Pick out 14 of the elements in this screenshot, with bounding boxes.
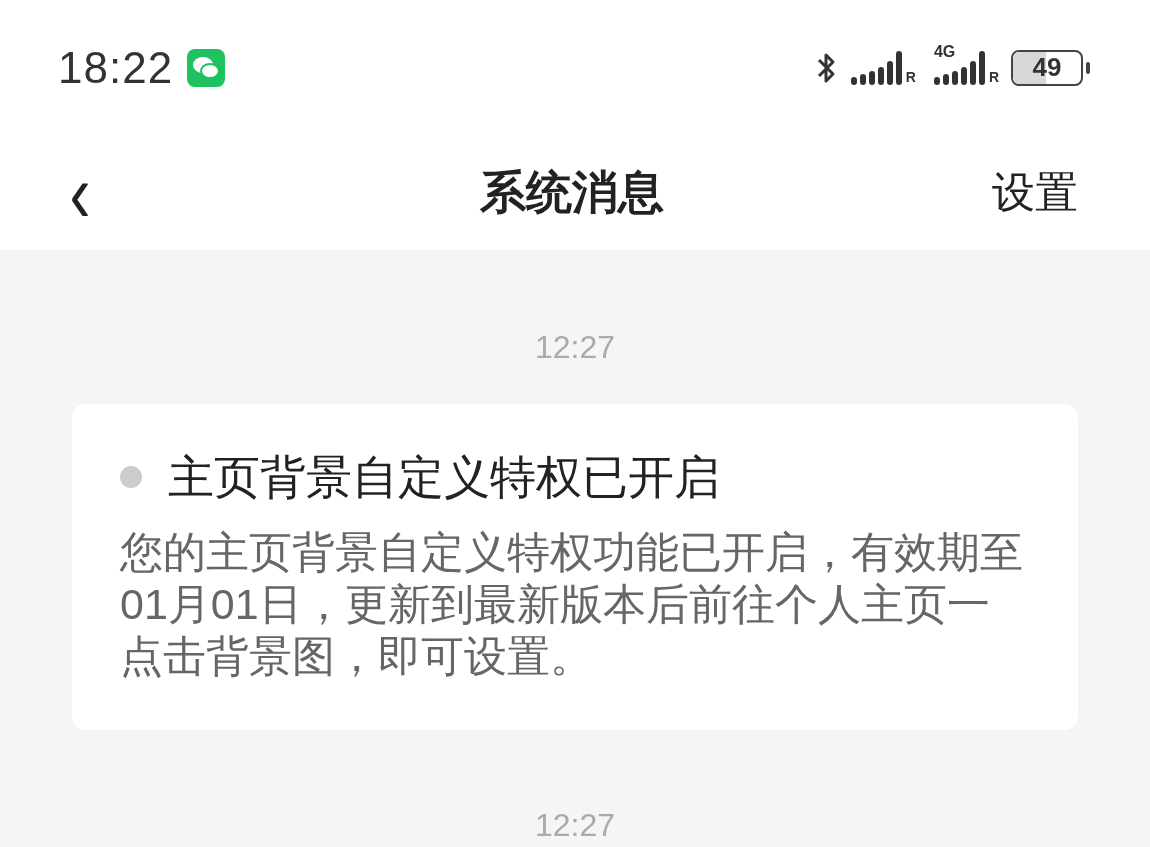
roaming-label: R <box>905 68 916 85</box>
message-timestamp: 12:27 <box>534 808 616 842</box>
network-type-label: 4G <box>933 42 956 61</box>
battery-icon: 49 <box>1011 49 1083 86</box>
page-title: 系统消息 <box>479 164 665 220</box>
clock-time: 18:22 <box>58 42 174 93</box>
roaming-label: R <box>988 68 999 85</box>
chat-app-icon <box>187 48 226 87</box>
message-title: 主页背景自定义特权已开启 <box>168 450 720 504</box>
signal-icon <box>850 50 905 85</box>
message-timestamp: 12:27 <box>534 330 616 364</box>
settings-button[interactable]: 设置 <box>992 163 1078 222</box>
message-body: 您的主页背景自定义特权功能已开启，有效期至01月01日，更新到最新版本后前往个人主页一点击背景图，即可设置。 <box>120 527 1024 682</box>
back-button[interactable]: ‹ <box>69 150 91 235</box>
